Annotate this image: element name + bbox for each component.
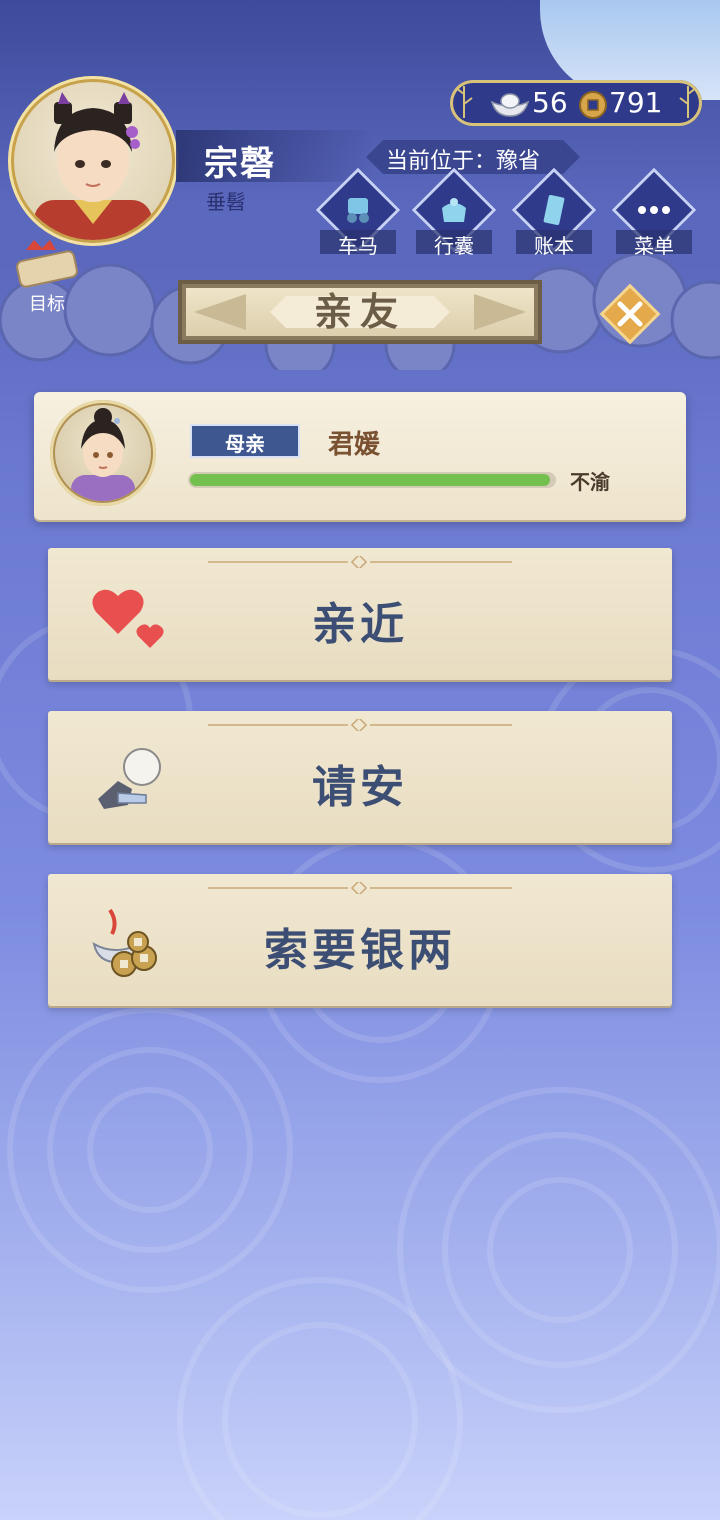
silver-amount: 56: [532, 86, 568, 119]
action-card-request-silver[interactable]: 索要银两: [48, 874, 672, 1006]
coin-amount: 791: [609, 86, 663, 119]
player-name: 宗磬: [204, 144, 276, 184]
mood-text: 不渝: [570, 470, 610, 494]
nav-carriage-button[interactable]: 车马: [315, 167, 401, 260]
action-label: 索要银两: [264, 925, 456, 976]
relation-text: 母亲: [225, 432, 265, 456]
mother-portrait-icon: [71, 408, 135, 501]
nav-ledger-button[interactable]: 账本: [511, 167, 597, 260]
nav-label: 账本: [534, 234, 574, 258]
card-ornament: [208, 882, 512, 894]
player-title: 垂髫: [206, 190, 246, 214]
nav-label: 车马: [338, 234, 378, 258]
mood-bar-fill: [190, 474, 550, 486]
player-avatar[interactable]: [8, 76, 178, 246]
menu-dots-icon: [638, 206, 670, 214]
card-ornament: [208, 556, 512, 568]
nav-label: 行囊: [434, 234, 474, 258]
goal-label: 目标: [29, 294, 65, 315]
bundle-icon: [442, 198, 466, 222]
action-label: 亲近: [312, 599, 408, 650]
goal-button[interactable]: 目标: [12, 236, 82, 316]
nav-menu-button[interactable]: 菜单: [611, 167, 697, 260]
action-label: 请安: [312, 762, 408, 813]
bamboo-icon: [679, 86, 697, 118]
bamboo-icon: [455, 86, 473, 118]
action-card-approach[interactable]: 亲近: [48, 548, 672, 680]
action-card-greet[interactable]: 请安: [48, 711, 672, 843]
nav-bundle-button[interactable]: 行囊: [411, 167, 497, 260]
relative-name: 君媛: [328, 430, 381, 460]
currency-bar: [450, 80, 702, 126]
card-ornament: [208, 719, 512, 731]
silver-ingot-icon: [490, 93, 530, 117]
copper-coin-icon: [579, 91, 607, 119]
child-portrait-icon: [34, 92, 152, 240]
close-icon[interactable]: [598, 282, 662, 346]
nav-label: 菜单: [634, 234, 674, 258]
ledger-icon: [543, 195, 565, 225]
carriage-icon: [347, 198, 369, 223]
scroll-goal-icon: [16, 240, 78, 288]
section-title: 亲友: [313, 290, 406, 334]
location-text: 当前位于：豫省: [386, 149, 541, 174]
